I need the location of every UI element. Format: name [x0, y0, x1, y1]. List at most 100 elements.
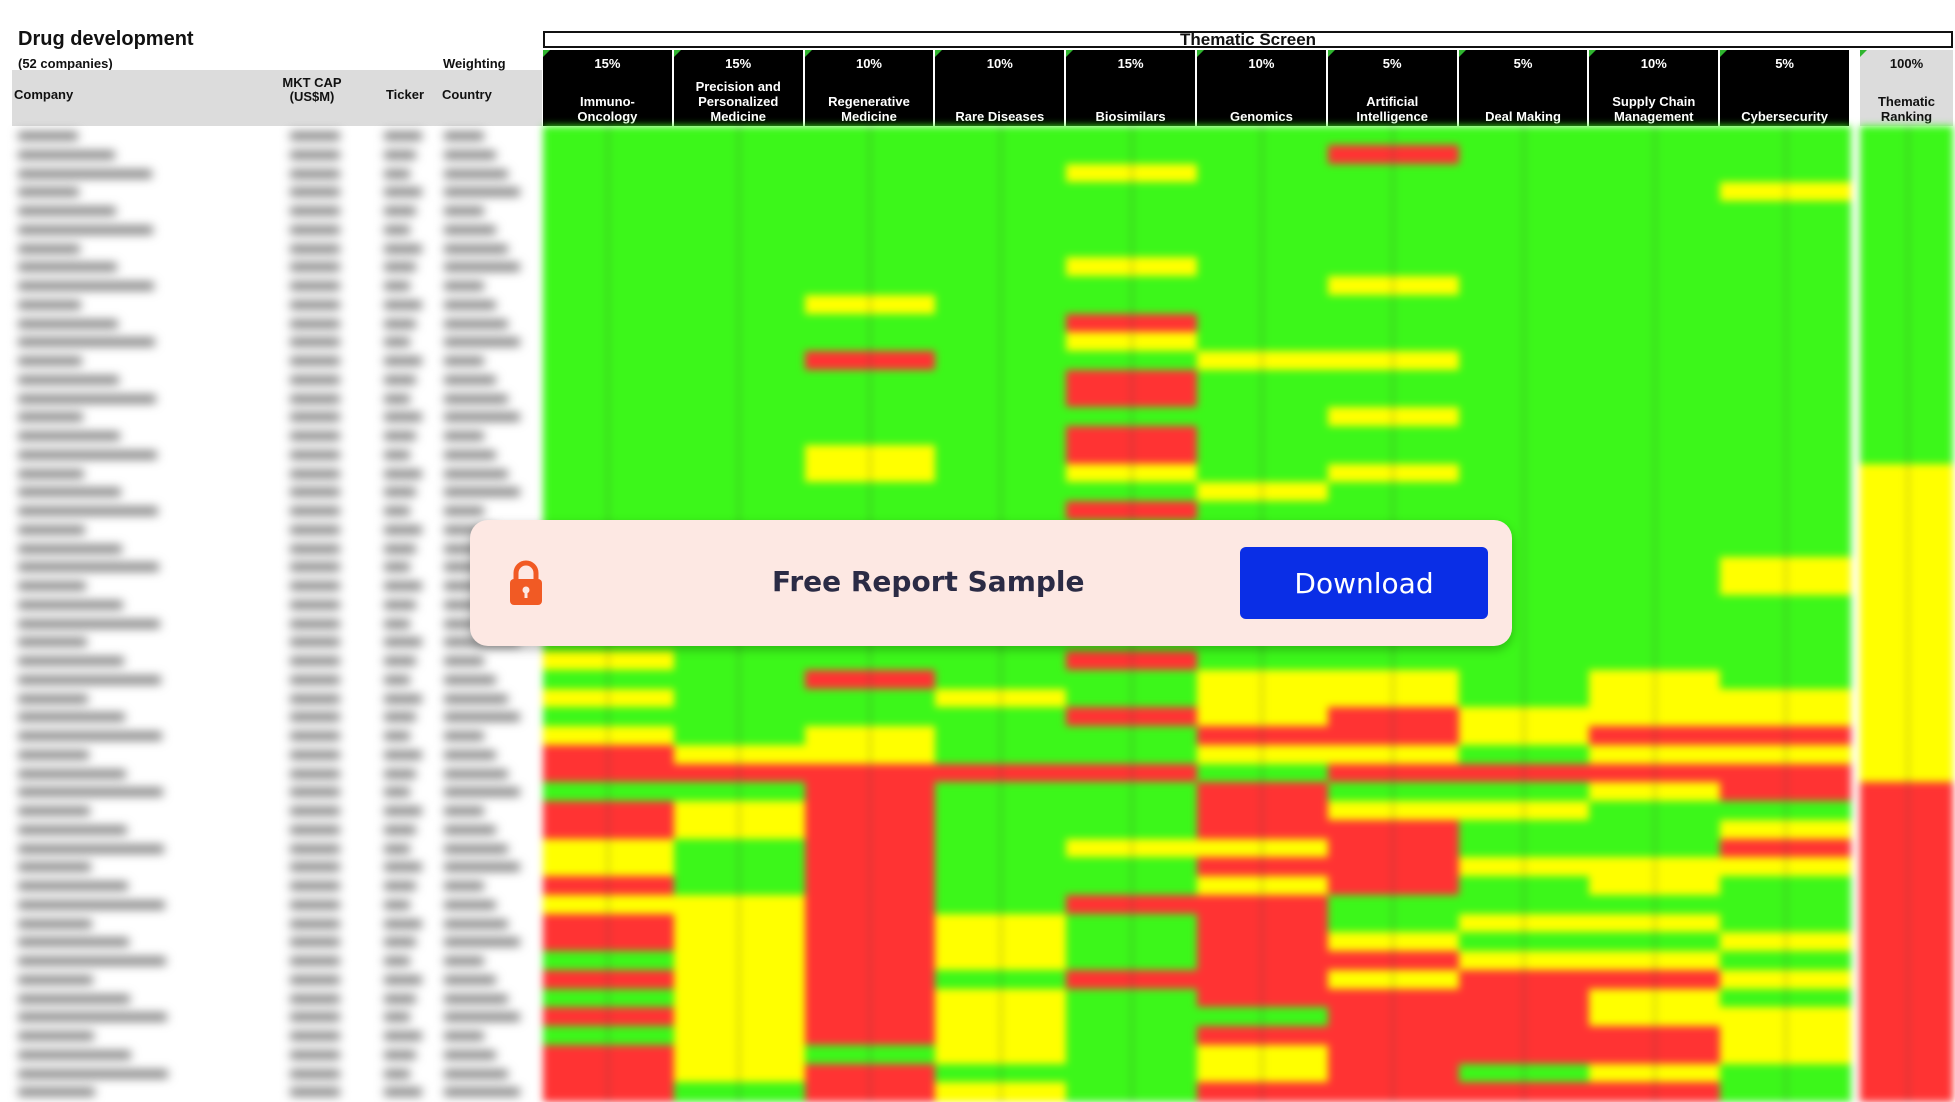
company-row: [12, 599, 542, 609]
column-guide-line: [1906, 126, 1909, 1101]
redacted-text: [290, 207, 340, 215]
redacted-text: [18, 638, 87, 647]
redacted-text: [18, 357, 82, 365]
redacted-text: [290, 638, 340, 647]
theme-name: Deal Making: [1485, 109, 1561, 124]
redacted-text: [18, 169, 152, 178]
redacted-text: [444, 225, 496, 234]
redacted-text: [290, 563, 340, 572]
company-col-header: Company: [14, 87, 74, 102]
redacted-text: [290, 732, 340, 740]
redacted-text: [290, 525, 340, 534]
redacted-text: [290, 657, 340, 665]
company-row: [12, 674, 542, 684]
redacted-text: [290, 544, 340, 553]
company-row: [12, 618, 542, 628]
lock-icon: [510, 560, 542, 605]
company-row: [12, 711, 542, 722]
company-row: [12, 336, 542, 347]
theme-column-header: 15% Biosimilars: [1066, 50, 1195, 126]
redacted-text: [18, 957, 166, 965]
redacted-text: [384, 769, 416, 778]
company-row: [12, 936, 542, 947]
theme-name: Supply Chain Management: [1612, 94, 1696, 124]
redacted-text: [384, 1069, 410, 1078]
redacted-text: [18, 788, 163, 797]
redacted-text: [290, 919, 340, 928]
company-row: [12, 168, 542, 178]
redacted-text: [290, 957, 340, 965]
redacted-text: [444, 469, 508, 478]
redacted-text: [444, 300, 496, 309]
redacted-text: [444, 244, 508, 253]
redacted-text: [384, 507, 410, 515]
column-guide-line: [1784, 126, 1787, 1101]
redacted-text: [18, 319, 118, 328]
redacted-text: [384, 225, 410, 234]
redacted-text: [384, 1088, 422, 1097]
redacted-text: [18, 600, 123, 609]
company-row: [12, 505, 542, 515]
theme-weight: 15%: [594, 56, 621, 71]
theme-column-header: 10% Rare Diseases: [935, 50, 1065, 126]
redacted-text: [444, 863, 520, 872]
company-row: [12, 843, 542, 853]
redacted-text: [18, 188, 79, 197]
redacted-text: [384, 694, 422, 703]
redacted-text: [290, 507, 340, 515]
redacted-text: [290, 713, 340, 722]
redacted-text: [384, 525, 422, 534]
redacted-text: [444, 938, 520, 947]
company-row: [12, 280, 542, 290]
redacted-text: [384, 807, 422, 815]
company-row: [12, 243, 542, 253]
download-button[interactable]: Download: [1240, 547, 1488, 619]
redacted-text: [18, 282, 154, 290]
redacted-text: [290, 694, 340, 703]
thematic-screen-title: Thematic Screen: [543, 31, 1953, 48]
redacted-text: [384, 1032, 422, 1040]
redacted-text: [384, 882, 416, 890]
redacted-text: [290, 469, 340, 478]
theme-name: Genomics: [1229, 109, 1293, 124]
redacted-text: [18, 469, 84, 478]
redacted-text: [18, 132, 78, 140]
theme-name: Immuno- Oncology: [577, 94, 638, 124]
redacted-text: [444, 919, 508, 928]
redacted-text: [290, 244, 340, 253]
theme-name: Cybersecurity: [1741, 109, 1828, 124]
company-row: [12, 580, 542, 590]
redacted-text: [444, 413, 520, 422]
company-count: (52 companies): [18, 56, 113, 71]
redacted-text: [18, 1050, 131, 1059]
redacted-text: [18, 338, 155, 347]
redacted-text: [384, 338, 410, 347]
theme-name: Precision and Personalized Medicine: [695, 79, 781, 124]
redacted-text: [384, 207, 416, 215]
theme-name: Regenerative Medicine: [828, 94, 910, 124]
company-row: [12, 1049, 542, 1059]
redacted-text: [384, 375, 416, 384]
redacted-text: [290, 282, 340, 290]
redacted-text: [18, 994, 130, 1003]
company-row: [12, 411, 542, 422]
theme-weight: 5%: [1382, 56, 1402, 71]
country-col-header: Country: [442, 87, 492, 102]
redacted-text: [290, 132, 340, 140]
redacted-text: [444, 263, 520, 272]
redacted-text: [18, 732, 162, 740]
redacted-text: [18, 563, 159, 572]
redacted-text: [444, 1088, 520, 1097]
company-rows: [12, 126, 542, 1101]
redacted-text: [290, 1050, 340, 1059]
redacted-text: [290, 225, 340, 234]
redacted-text: [444, 882, 484, 890]
redacted-text: [384, 750, 422, 759]
company-row: [12, 393, 542, 403]
redacted-text: [18, 825, 127, 834]
company-row: [12, 974, 542, 984]
redacted-text: [18, 582, 86, 590]
redacted-text: [384, 244, 422, 253]
redacted-text: [290, 600, 340, 609]
redacted-text: [290, 807, 340, 815]
